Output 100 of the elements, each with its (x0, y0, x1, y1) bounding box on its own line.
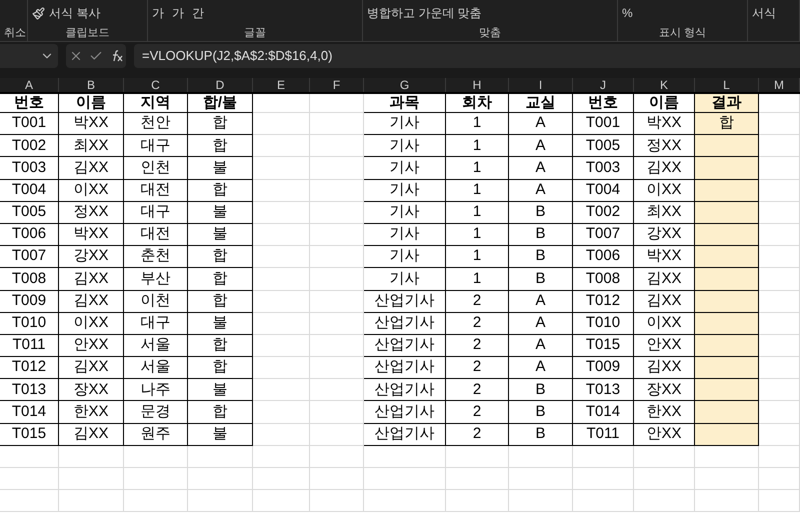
table-cell: 장XX (59, 379, 124, 402)
column-header[interactable]: J (573, 78, 634, 92)
table-cell: A (509, 135, 573, 158)
table-cell: B (509, 268, 573, 290)
table-cell: A (509, 157, 573, 180)
table-cell: 안XX (59, 334, 124, 358)
column-header[interactable]: C (124, 78, 188, 92)
highlighted-cell (695, 379, 759, 402)
table-cell: T013 (0, 379, 59, 402)
ribbon-label[interactable]: 가 (172, 4, 184, 22)
table-cell: 박XX (634, 113, 695, 136)
table-cell: 결과 (695, 94, 759, 113)
table-cell: 이천 (124, 290, 188, 313)
highlighted-cell (695, 246, 759, 268)
table-cell: T011 (0, 334, 59, 358)
column-header[interactable]: H (446, 78, 509, 92)
ribbon-button[interactable]: 병합하고 가운데 맞춤 (367, 4, 482, 22)
table-cell: 불 (188, 202, 253, 224)
table-cell: 2 (446, 312, 509, 335)
column-header[interactable]: L (695, 78, 759, 92)
column-header[interactable]: G (364, 78, 446, 92)
column-header[interactable]: D (188, 78, 253, 92)
table-cell: 서울 (124, 334, 188, 358)
column-header[interactable]: M (759, 78, 800, 92)
table-cell: 김XX (634, 268, 695, 290)
table-cell: A (509, 357, 573, 380)
table-cell: 합 (188, 357, 253, 380)
table-cell: 1 (446, 268, 509, 290)
table-cell: 합 (188, 334, 253, 358)
table-cell: 1 (446, 202, 509, 224)
table-cell: T009 (0, 290, 59, 313)
table-cell: 불 (188, 157, 253, 180)
table-cell: 김XX (59, 424, 124, 446)
table-cell: 합/불 (188, 94, 253, 113)
table-cell: T008 (0, 268, 59, 290)
close-icon[interactable] (69, 49, 83, 63)
table-cell: T007 (573, 224, 634, 246)
table-cell: 이XX (634, 180, 695, 202)
table-cell: T015 (573, 334, 634, 358)
table-cell: 2 (446, 401, 509, 424)
table-cell: T013 (573, 379, 634, 402)
table-cell: 지역 (124, 94, 188, 113)
column-header[interactable]: I (509, 78, 573, 92)
highlighted-cell (695, 312, 759, 335)
table-cell: T010 (573, 312, 634, 335)
ribbon-button[interactable]: 서식 (752, 4, 776, 22)
table-cell: 이름 (634, 94, 695, 113)
table-cell: 산업기사 (364, 334, 446, 358)
table-cell: 1 (446, 246, 509, 268)
highlighted-cell (695, 202, 759, 224)
table-cell: T004 (0, 180, 59, 202)
table-cell: 1 (446, 224, 509, 246)
highlighted-cell (695, 135, 759, 158)
table-cell: 인천 (124, 157, 188, 180)
table-cell: 김XX (59, 290, 124, 313)
column-header[interactable]: E (253, 78, 310, 92)
table-cell: A (509, 290, 573, 313)
table-cell: 서울 (124, 357, 188, 380)
table-cell: 2 (446, 357, 509, 380)
table-cell: 기사 (364, 180, 446, 202)
table-cell: 합 (188, 180, 253, 202)
table-cell: 기사 (364, 246, 446, 268)
table-cell: 합 (188, 135, 253, 158)
ribbon-label[interactable]: 간 (192, 4, 204, 22)
table-cell: 안XX (634, 334, 695, 358)
table-cell: 박XX (59, 113, 124, 136)
column-header[interactable]: F (310, 78, 364, 92)
table-cell: 천안 (124, 113, 188, 136)
table-cell: T012 (573, 290, 634, 313)
column-header[interactable]: A (0, 78, 59, 92)
table-cell: 합 (695, 113, 759, 136)
column-header[interactable]: B (59, 78, 124, 92)
table-cell: 불 (188, 224, 253, 246)
highlighted-cell (695, 180, 759, 202)
table-cell: B (509, 202, 573, 224)
name-box[interactable] (0, 44, 58, 68)
table-cell: 기사 (364, 202, 446, 224)
table-cell: 산업기사 (364, 401, 446, 424)
table-cell: 1 (446, 157, 509, 180)
table-cell: T014 (573, 401, 634, 424)
ribbon-button[interactable]: 서식 복사 (32, 4, 100, 22)
table-cell: 합 (188, 246, 253, 268)
table-cell: 최XX (59, 135, 124, 158)
highlighted-cell (695, 290, 759, 313)
ribbon-label[interactable]: % (622, 4, 633, 22)
table-cell: 합 (188, 268, 253, 290)
highlighted-cell (695, 224, 759, 246)
formula-field[interactable]: =VLOOKUP(J2,$A$2:$D$16,4,0) (134, 44, 800, 68)
ribbon-label[interactable]: 가 (152, 4, 164, 22)
table-cell: B (509, 424, 573, 446)
table-cell: A (509, 334, 573, 358)
table-cell: 박XX (634, 246, 695, 268)
column-header[interactable]: K (634, 78, 695, 92)
table-cell: T006 (0, 224, 59, 246)
table-cell: T001 (0, 113, 59, 136)
table-cell: 이XX (634, 312, 695, 335)
highlighted-cell (695, 334, 759, 358)
table-cell: 산업기사 (364, 424, 446, 446)
table-cell: 불 (188, 424, 253, 446)
table-cell: T008 (573, 268, 634, 290)
